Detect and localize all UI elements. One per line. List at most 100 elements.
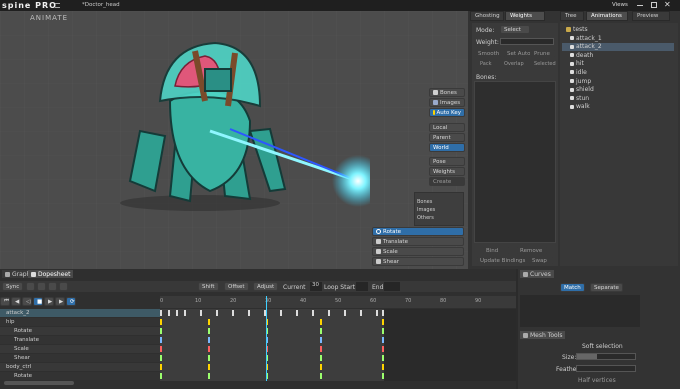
keyframe[interactable] bbox=[248, 310, 250, 316]
horizontal-scrollbar[interactable] bbox=[4, 381, 74, 385]
keyframe[interactable] bbox=[208, 364, 210, 370]
play-icon[interactable]: ▶ bbox=[44, 297, 54, 306]
track-row[interactable]: Translate bbox=[0, 336, 160, 344]
keyframe[interactable] bbox=[320, 355, 322, 361]
next-frame-icon[interactable]: ▶ bbox=[55, 297, 65, 306]
curves-tab[interactable]: Curves bbox=[520, 270, 554, 278]
feather-slider[interactable] bbox=[576, 365, 636, 372]
world-button[interactable]: World bbox=[429, 143, 465, 152]
bones-list[interactable] bbox=[474, 81, 556, 243]
keyframe[interactable] bbox=[382, 337, 384, 343]
views-dropdown[interactable]: Views bbox=[612, 2, 628, 8]
keyframe[interactable] bbox=[382, 310, 384, 316]
key-tool-2[interactable] bbox=[37, 282, 46, 291]
timeline-ruler[interactable]: 0 10 20 30 40 50 60 70 80 90 bbox=[160, 296, 516, 308]
keyframe[interactable] bbox=[312, 310, 314, 316]
keyframe[interactable] bbox=[208, 337, 210, 343]
prune-button[interactable]: Prune bbox=[530, 49, 556, 58]
separate-button[interactable]: Separate bbox=[590, 283, 623, 292]
maximize-icon[interactable] bbox=[651, 2, 657, 8]
keyframe[interactable] bbox=[382, 328, 384, 334]
menu-icon[interactable] bbox=[55, 3, 60, 8]
filter-row-images[interactable]: Images bbox=[417, 207, 435, 213]
end-label[interactable]: End bbox=[372, 284, 383, 291]
keyframe[interactable] bbox=[232, 310, 234, 316]
match-button[interactable]: Match bbox=[560, 283, 585, 292]
animation-item[interactable]: death bbox=[562, 51, 674, 59]
remove-button[interactable]: Remove bbox=[516, 246, 548, 255]
viewport[interactable]: ANIMATE Bones Images Auto Key Local Pare… bbox=[0, 11, 468, 269]
keyframe[interactable] bbox=[160, 364, 162, 370]
size-slider[interactable] bbox=[576, 353, 636, 360]
track-row[interactable]: attack_2 bbox=[0, 309, 160, 317]
keyframe[interactable] bbox=[168, 310, 170, 316]
keyframe[interactable] bbox=[160, 337, 162, 343]
keyframe[interactable] bbox=[296, 310, 298, 316]
shear-tool[interactable]: Shear bbox=[372, 257, 464, 266]
stop-icon[interactable]: ■ bbox=[33, 297, 43, 306]
tree-root-tests[interactable]: tests bbox=[566, 26, 588, 33]
sync-button[interactable]: Sync bbox=[2, 282, 24, 291]
animation-item[interactable]: shield bbox=[562, 86, 674, 94]
swap-button[interactable]: Swap bbox=[528, 256, 554, 265]
pack-toggle[interactable]: Pack bbox=[480, 61, 492, 67]
keyframe[interactable] bbox=[200, 310, 202, 316]
keyframe[interactable] bbox=[208, 328, 210, 334]
keyframe[interactable] bbox=[160, 319, 162, 325]
create-button[interactable]: Create bbox=[429, 177, 465, 186]
keyframe[interactable] bbox=[160, 346, 162, 352]
keyframe[interactable] bbox=[280, 310, 282, 316]
filter-row-bones[interactable]: Bones bbox=[417, 199, 432, 205]
animation-item[interactable]: attack_2 bbox=[562, 42, 674, 51]
keyframe[interactable] bbox=[208, 319, 210, 325]
minimize-icon[interactable] bbox=[637, 5, 643, 6]
key-tool-3[interactable] bbox=[48, 282, 57, 291]
parent-button[interactable]: Parent bbox=[429, 133, 465, 142]
track-row[interactable]: body_ctrl bbox=[0, 363, 160, 371]
track-row[interactable]: Shear bbox=[0, 354, 160, 362]
keyframe[interactable] bbox=[320, 346, 322, 352]
keyframe-area[interactable] bbox=[160, 296, 516, 381]
prev-frame-icon[interactable]: ◀ bbox=[11, 297, 21, 306]
keyframe[interactable] bbox=[382, 364, 384, 370]
keyframe[interactable] bbox=[382, 373, 384, 379]
smooth-button[interactable]: Smooth bbox=[474, 49, 502, 58]
keyframe[interactable] bbox=[160, 310, 162, 316]
keyframe[interactable] bbox=[176, 310, 178, 316]
keyframe[interactable] bbox=[208, 355, 210, 361]
overlap-toggle[interactable]: Overlap bbox=[504, 61, 524, 67]
keyframe[interactable] bbox=[344, 310, 346, 316]
curve-editor[interactable] bbox=[520, 295, 640, 327]
keyframe[interactable] bbox=[382, 346, 384, 352]
playhead[interactable] bbox=[266, 296, 267, 381]
scale-tool[interactable]: Scale bbox=[372, 247, 464, 256]
bind-button[interactable]: Bind bbox=[482, 246, 510, 255]
play-reverse-icon[interactable]: ◁ bbox=[22, 297, 32, 306]
mode-select[interactable]: Select bbox=[500, 25, 530, 34]
bones-toggle[interactable]: Bones bbox=[429, 88, 465, 97]
keyframe[interactable] bbox=[320, 364, 322, 370]
keyframe[interactable] bbox=[382, 319, 384, 325]
keyframe[interactable] bbox=[160, 328, 162, 334]
animation-item[interactable]: hit bbox=[562, 60, 674, 68]
mesh-tools-tab[interactable]: Mesh Tools bbox=[520, 331, 566, 339]
keyframe[interactable] bbox=[320, 319, 322, 325]
tab-tree[interactable]: Tree bbox=[560, 11, 584, 21]
auto-key-toggle[interactable]: Auto Key bbox=[429, 108, 465, 117]
key-tool-1[interactable] bbox=[26, 282, 35, 291]
key-tool-4[interactable] bbox=[59, 282, 68, 291]
track-row[interactable]: Rotate bbox=[0, 372, 160, 380]
loop-start-field[interactable] bbox=[356, 282, 368, 291]
keyframe[interactable] bbox=[320, 373, 322, 379]
tab-animations[interactable]: Animations bbox=[586, 11, 628, 21]
keyframe[interactable] bbox=[376, 310, 378, 316]
current-frame-field[interactable]: 30 bbox=[310, 282, 322, 291]
loop-icon[interactable]: ⟳ bbox=[66, 297, 76, 306]
selected-toggle[interactable]: Selected bbox=[534, 61, 556, 67]
character-doctor-head[interactable] bbox=[110, 31, 370, 231]
keyframe[interactable] bbox=[208, 373, 210, 379]
app-logo[interactable]: spine PRO bbox=[2, 1, 57, 10]
animation-item[interactable]: stun bbox=[562, 94, 674, 102]
translate-tool[interactable]: Translate bbox=[372, 237, 464, 246]
offset-button[interactable]: Offset bbox=[224, 282, 249, 291]
